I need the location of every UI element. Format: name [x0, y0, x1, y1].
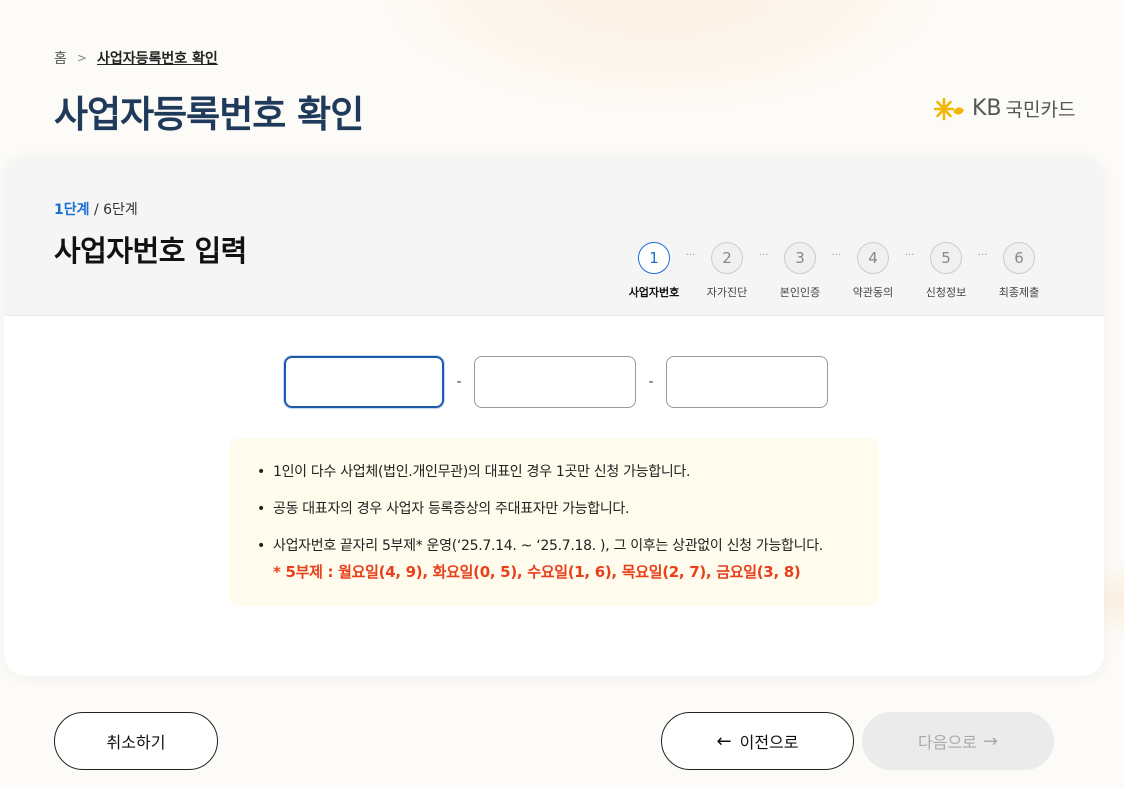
notice-highlight: * 5부제 : 월요일(4, 9), 화요일(0, 5), 수요일(1, 6),…: [273, 563, 801, 581]
stepper: 1 사업자번호 ··· 2 자가진단 ··· 3 본인인증 ··· 4 약관동의…: [624, 242, 1049, 300]
business-number-part2-input[interactable]: [474, 356, 636, 408]
step-connector: ···: [831, 250, 842, 261]
page-title: 사업자등록번호 확인: [54, 93, 364, 136]
kb-star-icon: [934, 97, 964, 120]
kb-kookmin-card-logo: KB 국민카드: [934, 95, 1075, 122]
step-2: 2 자가진단: [697, 242, 757, 300]
breadcrumb: 홈 > 사업자등록번호 확인: [54, 48, 218, 68]
step-number: 2: [711, 242, 743, 274]
step-label: 약관동의: [852, 286, 894, 299]
step-1: 1 사업자번호: [624, 242, 684, 300]
separator-dash: -: [648, 374, 654, 390]
step-number: 6: [1003, 242, 1035, 274]
next-button[interactable]: 다음으로 →: [862, 712, 1054, 770]
step-label: 본인인증: [779, 286, 821, 299]
step-number: 5: [930, 242, 962, 274]
step-number: 3: [784, 242, 816, 274]
step-total: / 6단계: [93, 202, 138, 218]
chevron-right-icon: >: [76, 51, 87, 65]
step-connector: ···: [758, 250, 769, 261]
cancel-button-label: 취소하기: [106, 733, 166, 752]
notice-text: 1인이 다수 사업체(법인.개인무관)의 대표인 경우 1곳만 신청 가능합니다…: [273, 464, 691, 480]
prev-button[interactable]: ← 이전으로: [661, 712, 854, 770]
step-connector: ···: [977, 250, 988, 261]
step-6: 6 최종제출: [989, 242, 1049, 300]
breadcrumb-current[interactable]: 사업자등록번호 확인: [97, 48, 218, 68]
step-label: 최종제출: [998, 286, 1040, 299]
logo-name-text: 국민카드: [1005, 99, 1076, 121]
notice-box: 1인이 다수 사업체(법인.개인무관)의 대표인 경우 1곳만 신청 가능합니다…: [229, 438, 879, 606]
step-label: 자가진단: [706, 286, 748, 299]
step-label: 사업자번호: [628, 286, 680, 299]
notice-text: 공동 대표자의 경우 사업자 등록증상의 주대표자만 가능합니다.: [273, 501, 630, 517]
prev-button-label: 이전으로: [739, 733, 799, 752]
step-3: 3 본인인증: [770, 242, 830, 300]
arrow-right-icon: →: [982, 730, 998, 752]
section-title: 사업자번호 입력: [54, 234, 247, 268]
separator-dash: -: [456, 374, 462, 390]
logo-kb-text: KB: [972, 96, 1002, 121]
business-number-inputs: - -: [284, 356, 828, 408]
step-connector: ···: [685, 250, 696, 261]
card-header: 1단계 / 6단계 사업자번호 입력 1 사업자번호 ··· 2 자가진단 ··…: [4, 156, 1104, 316]
step-count: 1단계 / 6단계: [54, 199, 138, 219]
breadcrumb-home[interactable]: 홈: [54, 48, 67, 68]
step-number: 4: [857, 242, 889, 274]
background-decoration: [380, 0, 940, 110]
business-number-part3-input[interactable]: [666, 356, 828, 408]
notice-list: 1인이 다수 사업체(법인.개인무관)의 대표인 경우 1곳만 신청 가능합니다…: [255, 462, 853, 582]
notice-item: 1인이 다수 사업체(법인.개인무관)의 대표인 경우 1곳만 신청 가능합니다…: [255, 462, 853, 482]
business-number-part1-input[interactable]: [284, 356, 444, 408]
cancel-button[interactable]: 취소하기: [54, 712, 218, 770]
step-label: 신청정보: [925, 286, 967, 299]
arrow-left-icon: ←: [716, 730, 732, 752]
notice-item: 사업자번호 끝자리 5부제* 운영(‘25.7.14. ~ ‘25.7.18. …: [255, 536, 853, 582]
next-button-label: 다음으로: [918, 733, 977, 752]
step-5: 5 신청정보: [916, 242, 976, 300]
step-current: 1단계: [54, 202, 90, 218]
step-connector: ···: [904, 250, 915, 261]
notice-text: 사업자번호 끝자리 5부제* 운영(‘25.7.14. ~ ‘25.7.18. …: [273, 538, 823, 554]
notice-item: 공동 대표자의 경우 사업자 등록증상의 주대표자만 가능합니다.: [255, 499, 853, 519]
form-card: 1단계 / 6단계 사업자번호 입력 1 사업자번호 ··· 2 자가진단 ··…: [4, 156, 1104, 676]
step-number: 1: [638, 242, 670, 274]
step-4: 4 약관동의: [843, 242, 903, 300]
